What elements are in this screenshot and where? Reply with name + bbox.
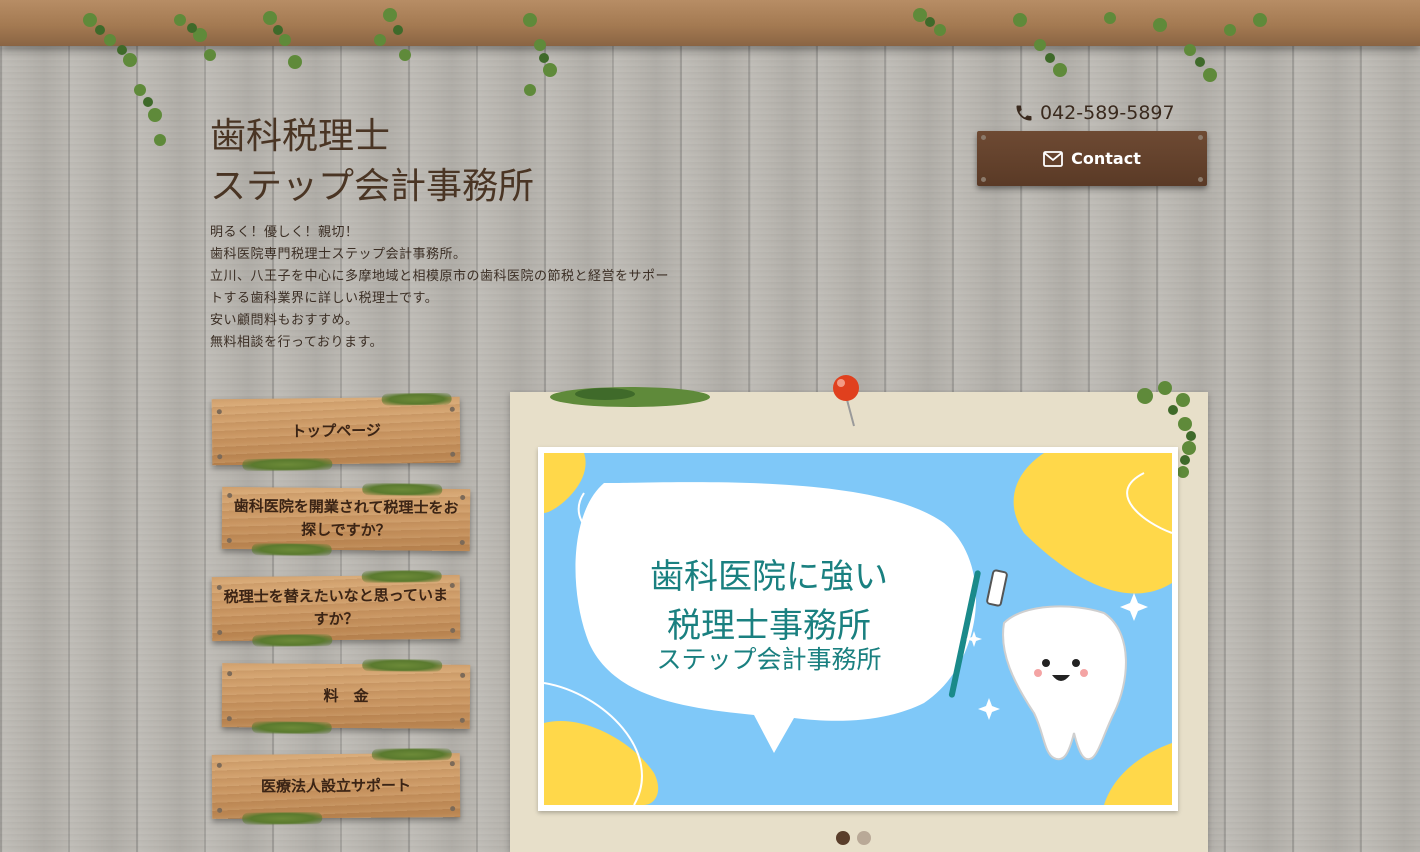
intro-line: 歯科医院専門税理士ステップ会計事務所。 [210, 247, 467, 262]
nail [460, 494, 466, 501]
contact-button[interactable]: Contact [977, 131, 1207, 186]
intro-line: 安い顧問料もおすすめ。 [210, 313, 359, 328]
intro-line: トする歯科業界に詳しい税理士です。 [210, 291, 439, 306]
banner-line2: 税理士事務所 [667, 606, 871, 646]
moss-decoration [252, 634, 333, 647]
hero-slide[interactable]: 歯科医院に強い 税理士事務所 ステップ会計事務所 [538, 447, 1178, 811]
nail [450, 451, 456, 457]
moss-decoration [251, 543, 332, 556]
nail [449, 761, 455, 767]
nav-item-fees[interactable]: 料 金 [221, 659, 471, 734]
phone-number-text: 042-589-5897 [1040, 102, 1175, 124]
phone-icon [1016, 105, 1032, 121]
nav-item-top[interactable]: トップページ [211, 392, 461, 471]
nav-item-label: 税理士を替えたいなと思っていますか？ [223, 586, 449, 629]
nail [217, 807, 223, 813]
moss-decoration [242, 458, 333, 471]
nav-item-switch[interactable]: 税理士を替えたいなと思っていますか？ [211, 570, 461, 647]
moss-decoration [361, 570, 442, 583]
nail [1198, 177, 1203, 182]
nail [216, 584, 222, 591]
nav-item-label: トップページ [291, 421, 381, 440]
nail [450, 627, 456, 634]
nail [216, 762, 222, 768]
intro-text: 明るく！優しく！親切！ 歯科医院専門税理士ステップ会計事務所。 立川、八王子を中… [210, 222, 710, 354]
nail [460, 672, 466, 678]
moss-decoration [371, 748, 452, 761]
nail [227, 492, 233, 499]
site-title-line1: 歯科税理士 [210, 116, 391, 157]
envelope-icon [1043, 150, 1064, 167]
nail [217, 454, 223, 460]
banner-line3: ステップ会計事務所 [656, 645, 881, 674]
slider-dot-2[interactable] [857, 831, 871, 845]
moss-decoration [242, 812, 323, 825]
nail [226, 716, 232, 722]
moss-decoration [362, 659, 443, 672]
slider-dot-1[interactable] [836, 831, 850, 845]
intro-line: 明るく！優しく！親切！ [210, 225, 359, 240]
nail [981, 177, 986, 182]
push-pin-icon [833, 375, 859, 427]
nail [459, 539, 465, 546]
nail [981, 135, 986, 140]
moss-decoration [251, 721, 332, 734]
phone-number[interactable]: 042-589-5897 [1014, 102, 1175, 124]
nav-item-medical-corporation[interactable]: 医療法人設立サポート [211, 748, 461, 825]
nail [449, 582, 455, 589]
nail [216, 409, 222, 415]
nav-item-label: 歯科医院を開業されて税理士をお探しですか？ [233, 497, 459, 540]
slider-pagination [836, 831, 871, 845]
site-title-line2: ステップ会計事務所 [210, 166, 535, 207]
intro-line: 無料相談を行っております。 [210, 335, 384, 350]
nail [1198, 135, 1203, 140]
nav-item-opening[interactable]: 歯科医院を開業されて税理士をお探しですか？ [221, 483, 471, 556]
site-title[interactable]: 歯科税理士 ステップ会計事務所 [210, 112, 534, 212]
moss-decoration [362, 483, 443, 496]
nail [449, 406, 455, 412]
nail [450, 806, 456, 812]
nail [217, 629, 223, 636]
nail [227, 671, 233, 677]
hero-banner: 歯科医院に強い 税理士事務所 ステップ会計事務所 [544, 453, 1172, 805]
nail [459, 717, 465, 723]
banner-line1: 歯科医院に強い [650, 557, 888, 597]
nav-item-label: 医療法人設立サポート [260, 775, 412, 796]
contact-label: Contact [1071, 149, 1141, 168]
nav-item-label: 料 金 [323, 686, 369, 705]
intro-line: 立川、八王子を中心に多摩地域と相模原市の歯科医院の節税と経営をサポー [210, 269, 670, 284]
moss-decoration [381, 392, 452, 406]
nail [226, 537, 232, 544]
moss-decoration [550, 387, 710, 407]
